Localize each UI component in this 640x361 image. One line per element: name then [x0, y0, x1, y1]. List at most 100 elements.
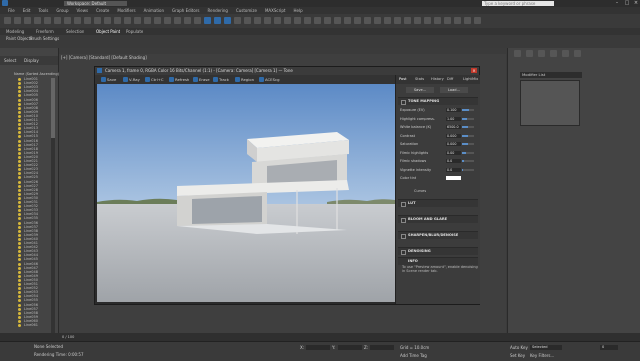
toolbar-icon[interactable] [14, 17, 21, 24]
toolbar-icon[interactable] [54, 17, 61, 24]
toolbar-icon[interactable] [124, 17, 131, 24]
visibility-icon[interactable] [18, 172, 21, 176]
color-tint-swatch[interactable] [446, 176, 461, 180]
toolbar-icon[interactable] [64, 17, 71, 24]
visibility-icon[interactable] [18, 205, 21, 209]
visibility-icon[interactable] [18, 127, 21, 131]
visibility-icon[interactable] [18, 217, 21, 221]
toolbar-icon[interactable] [204, 17, 211, 24]
visibility-icon[interactable] [18, 250, 21, 254]
visibility-icon[interactable] [18, 90, 21, 94]
menu-item-4[interactable]: Views [77, 8, 89, 13]
visibility-icon[interactable] [18, 176, 21, 180]
visibility-icon[interactable] [18, 283, 21, 286]
toolbar-icon[interactable] [264, 17, 271, 24]
menu-item-10[interactable]: Customize [236, 8, 257, 13]
scene-list-header[interactable]: Name (Sorted Ascending) [14, 72, 59, 76]
workspace-dropdown[interactable]: Workspace: Default [64, 1, 127, 6]
y-coord-field[interactable] [338, 345, 362, 350]
toolbar-icon[interactable] [414, 17, 421, 24]
menu-item-1[interactable]: Edit [23, 8, 31, 13]
tab-display[interactable]: Display [24, 58, 39, 63]
timeline[interactable]: 0 / 100 [0, 333, 640, 341]
visibility-icon[interactable] [18, 278, 21, 282]
visibility-icon[interactable] [18, 262, 21, 266]
toolbar-icon[interactable] [244, 17, 251, 24]
visibility-icon[interactable] [18, 184, 21, 188]
visibility-icon[interactable] [18, 155, 21, 159]
menu-item-8[interactable]: Graph Editors [172, 8, 199, 13]
tone-param-value[interactable]: 0.100 [446, 108, 461, 112]
menu-item-12[interactable]: Help [293, 8, 302, 13]
section-tone-mapping[interactable]: TONE MAPPING [398, 97, 478, 105]
tone-param-slider[interactable] [462, 143, 474, 145]
tone-mapping-checkbox[interactable] [401, 100, 406, 105]
visibility-icon[interactable] [18, 151, 21, 155]
ribbon-sub-brush[interactable]: Brush Settings [30, 36, 59, 41]
minimize-icon[interactable]: – [612, 0, 622, 7]
toolbar-icon[interactable] [164, 17, 171, 24]
vfb-tool-icon[interactable] [259, 77, 264, 82]
visibility-icon[interactable] [18, 119, 21, 122]
frame-field[interactable]: 0 [600, 345, 618, 350]
toolbar-icon[interactable] [304, 17, 311, 24]
visibility-icon[interactable] [18, 242, 21, 245]
ribbon-sub-paint[interactable]: Paint Objects [6, 36, 32, 41]
visibility-icon[interactable] [18, 225, 21, 229]
toolbar-icon[interactable] [294, 17, 301, 24]
visibility-icon[interactable] [18, 266, 21, 270]
visibility-icon[interactable] [18, 147, 21, 151]
visibility-icon[interactable] [18, 188, 21, 192]
toolbar-icon[interactable] [324, 17, 331, 24]
toolbar-icon[interactable] [134, 17, 141, 24]
visibility-icon[interactable] [18, 168, 21, 172]
menu-item-3[interactable]: Group [56, 8, 68, 13]
vfb-tool-icon[interactable] [123, 77, 128, 82]
toolbar-icon[interactable] [434, 17, 441, 24]
modifier-list-dropdown[interactable]: Modifier List [520, 72, 582, 78]
visibility-icon[interactable] [18, 114, 21, 118]
curves-label[interactable]: Curves [414, 189, 426, 193]
vfb-tool-track[interactable]: Track [219, 77, 229, 82]
ribbon-tab-3[interactable]: Object Paint [96, 29, 120, 34]
section-checkbox[interactable] [401, 250, 406, 255]
toolbar-icon[interactable] [334, 17, 341, 24]
tone-param-value[interactable]: 0.00 [446, 150, 461, 155]
section-denoising[interactable]: DENOISING [398, 247, 478, 255]
ribbon-tab-2[interactable]: Selection [66, 29, 84, 34]
vfb-tool-icon[interactable] [213, 77, 218, 82]
visibility-icon[interactable] [18, 233, 21, 237]
toolbar-icon[interactable] [154, 17, 161, 24]
visibility-icon[interactable] [18, 246, 21, 250]
ribbon-tab-4[interactable]: Populate [126, 29, 143, 34]
visibility-icon[interactable] [18, 229, 21, 233]
vfb-tool-icon[interactable] [145, 77, 150, 82]
visibility-icon[interactable] [18, 201, 21, 204]
visibility-icon[interactable] [18, 319, 21, 323]
command-tab-icon[interactable] [574, 50, 581, 57]
toolbar-icon[interactable] [474, 17, 481, 24]
tone-param-value[interactable]: 0.0 [446, 159, 461, 163]
add-time-tag[interactable]: Add Time Tag [400, 353, 427, 358]
visibility-icon[interactable] [18, 274, 21, 278]
toolbar-icon[interactable] [344, 17, 351, 24]
visibility-icon[interactable] [18, 180, 21, 184]
command-tab-icon[interactable] [526, 50, 533, 57]
vfb-tool-refresh[interactable]: Refresh [175, 77, 189, 82]
vfb-tool-save[interactable]: Save [107, 77, 116, 82]
vfb-tool-region[interactable]: Region [241, 77, 254, 82]
visibility-icon[interactable] [18, 324, 21, 327]
load-preset-button[interactable]: Load... [440, 87, 468, 93]
corrections-tab-post[interactable]: Post [399, 77, 407, 81]
section-sharpen-blur-denoise[interactable]: SHARPEN/BLUR/DENOISE [398, 231, 478, 239]
toolbar-icon[interactable] [384, 17, 391, 24]
toolbar-icon[interactable] [454, 17, 461, 24]
section-checkbox[interactable] [401, 234, 406, 239]
tab-select[interactable]: Select [4, 58, 16, 63]
corrections-tab-lightmix[interactable]: LightMix [463, 77, 478, 81]
vfb-tool-icon[interactable] [101, 77, 106, 82]
visibility-icon[interactable] [18, 102, 21, 106]
toolbar-icon[interactable] [464, 17, 471, 24]
corrections-tab-history[interactable]: History [431, 77, 444, 81]
toolbar-icon[interactable] [424, 17, 431, 24]
